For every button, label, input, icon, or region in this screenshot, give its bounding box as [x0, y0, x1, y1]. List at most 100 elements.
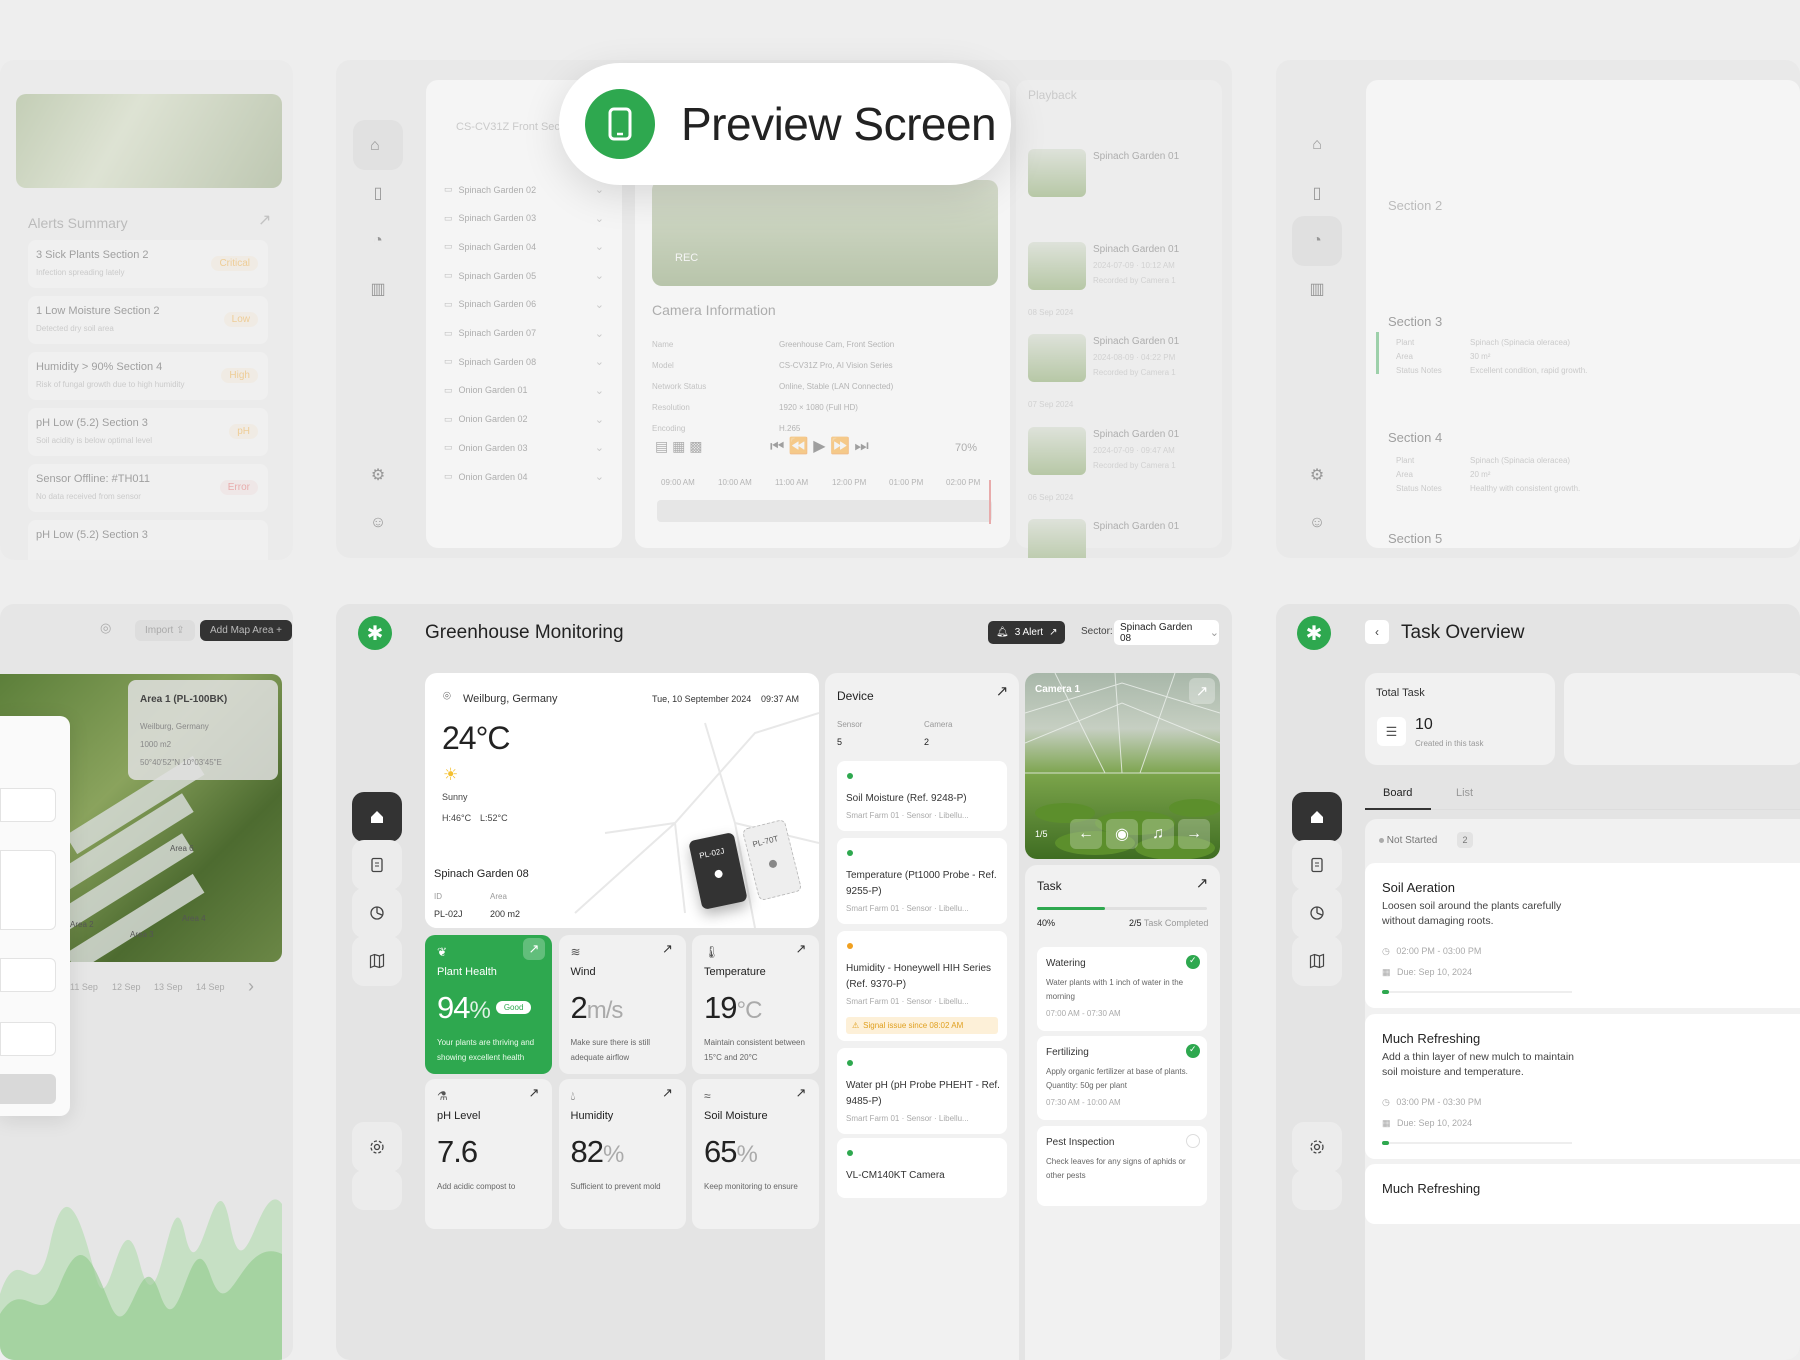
garden-item[interactable]: ▭ Spinach Garden 03 ⌄ [444, 212, 604, 225]
sidebar-docs[interactable]: ▯ [353, 168, 403, 218]
garden-item[interactable]: ▭ Spinach Garden 05 ⌄ [444, 269, 604, 282]
import-button[interactable]: Import ⇪ [135, 620, 195, 641]
expand-icon[interactable]: ↗ [523, 1082, 545, 1104]
metric-card[interactable]: ❦ ↗ Plant Health 94% Good Your plants are thr… [425, 935, 552, 1074]
alert-item[interactable]: pH Low (5.2) Section 3 [28, 520, 268, 560]
recording-title[interactable]: Spinach Garden 01 [1093, 336, 1179, 347]
garden-item[interactable]: ▭ Spinach Garden 04 ⌄ [444, 240, 604, 253]
task-checkbox[interactable] [1186, 1134, 1200, 1148]
alert-item[interactable]: 1 Low Moisture Section 2 Detected dry soi… [28, 296, 268, 344]
garden-item[interactable]: ▭ Onion Garden 03 ⌄ [444, 441, 604, 454]
sidebar-profile[interactable]: ☺ [353, 498, 403, 548]
recording-thumb[interactable] [1028, 242, 1086, 290]
task-item[interactable]: Pest Inspection Check leaves for any sign… [1037, 1126, 1207, 1206]
sidebar-settings[interactable]: ⚙ [353, 450, 403, 500]
recording-thumb[interactable] [1028, 427, 1086, 475]
sidebar-profile[interactable] [1292, 1170, 1342, 1210]
sidebar-map[interactable]: ▥ [353, 264, 403, 314]
sidebar-analytics[interactable] [352, 888, 402, 938]
sidebar-docs[interactable] [352, 840, 402, 890]
garden-item[interactable]: ▭ Spinach Garden 02 ⌄ [444, 183, 604, 196]
sidebar-map[interactable]: ▥ [1292, 264, 1342, 314]
next-button[interactable]: → [1178, 819, 1210, 849]
tab-list[interactable]: List [1456, 787, 1473, 799]
timeline-playhead[interactable] [989, 480, 991, 524]
sidebar-home[interactable] [352, 792, 402, 842]
section-3[interactable]: Section 3 [1388, 314, 1442, 329]
recording-thumb[interactable] [1028, 149, 1086, 197]
alert-item[interactable]: pH Low (5.2) Section 3 Soil acidity is be… [28, 408, 268, 456]
sidebar-analytics[interactable] [1292, 888, 1342, 938]
metric-card[interactable]: 💧︎ ↗ Humidity 82% Sufficient to prevent mold [558, 1079, 686, 1229]
device-item[interactable]: Soil Moisture (Ref. 9248-P) Smart Farm 01… [837, 761, 1007, 831]
sidebar-docs[interactable]: ▯ [1292, 168, 1342, 218]
camera-expand-icon[interactable]: ↗ [1189, 678, 1215, 704]
device-item[interactable]: Water pH (pH Probe PHEHT - Ref. 9485-P) S… [837, 1048, 1007, 1134]
garden-item[interactable]: ▭ Spinach Garden 06 ⌄ [444, 298, 604, 311]
metric-card[interactable]: 🌡︎ ↗ Temperature 19°C Maintain consistent be… [692, 935, 819, 1074]
alert-item[interactable]: Humidity > 90% Section 4 Risk of fungal g… [28, 352, 268, 400]
garden-item[interactable]: ▭ Onion Garden 01 ⌄ [444, 384, 604, 397]
alarm-button[interactable]: ♫ [1142, 819, 1174, 849]
sidebar-home[interactable]: ⌂ [1292, 120, 1342, 170]
garden-item[interactable]: ▭ Onion Garden 04 ⌄ [444, 470, 604, 483]
metric-card[interactable]: ⚗ ↗ pH Level 7.6 Add acidic compost to [425, 1079, 552, 1229]
add-map-area-button[interactable]: Add Map Area + [200, 620, 292, 641]
form-field[interactable] [0, 1022, 56, 1056]
timeline-track[interactable] [657, 500, 992, 522]
sidebar-profile[interactable]: ☺ [1292, 498, 1342, 548]
sidebar-docs[interactable] [1292, 840, 1342, 890]
recording-title[interactable]: Spinach Garden 01 [1093, 151, 1179, 162]
form-field[interactable] [0, 788, 56, 822]
recording-title[interactable]: Spinach Garden 01 [1093, 521, 1179, 532]
device-expand-icon[interactable]: ↗ [989, 678, 1015, 704]
form-field[interactable] [0, 850, 56, 930]
prev-button[interactable]: ← [1070, 819, 1102, 849]
snapshot-button[interactable]: ◉ [1106, 819, 1138, 849]
task-checkbox[interactable]: ✓ [1186, 955, 1200, 969]
recording-title[interactable]: Spinach Garden 01 [1093, 429, 1179, 440]
alert-item[interactable]: Sensor Offline: #TH011 No data received f… [28, 464, 268, 512]
garden-item[interactable]: ▭ Onion Garden 02 ⌄ [444, 413, 604, 426]
alert-item[interactable]: 3 Sick Plants Section 2 Infection spreadi… [28, 240, 268, 288]
sidebar-profile[interactable] [352, 1170, 402, 1210]
sidebar-map[interactable] [1292, 936, 1342, 986]
metric-card[interactable]: ≋ ↗ Wind 2m/s Make sure there is still adequ… [558, 935, 686, 1074]
expand-icon[interactable]: ↗ [657, 938, 679, 960]
expand-icon[interactable]: ↗ [790, 938, 812, 960]
playback-controls[interactable]: ⏮ ⏪ ▶ ⏩ ⏭ [770, 436, 869, 456]
sidebar-settings[interactable] [352, 1122, 402, 1172]
device-item[interactable]: VL-CM140KT Camera [837, 1138, 1007, 1198]
task-item[interactable]: Watering ✓ Water plants with 1 inch of wat… [1037, 947, 1207, 1031]
expand-icon[interactable]: ↗ [523, 938, 545, 960]
tab-board[interactable]: Board [1383, 787, 1412, 799]
chevron-right-icon[interactable]: › [248, 976, 254, 997]
garden-item[interactable]: ▭ Spinach Garden 08 ⌄ [444, 355, 604, 368]
bell-icon[interactable]: ◎ [100, 620, 111, 636]
player-controls[interactable]: ▤ ▦ ▩ [655, 438, 702, 455]
task-checkbox[interactable]: ✓ [1186, 1044, 1200, 1058]
task-expand-icon[interactable]: ↗ [1189, 870, 1215, 896]
recording-title[interactable]: Spinach Garden 01 [1093, 244, 1179, 255]
sidebar-map[interactable] [352, 936, 402, 986]
expand-icon[interactable]: ↗ [657, 1082, 679, 1104]
alert-button[interactable]: 🔔︎ 3 Alert ↗ [988, 621, 1066, 644]
section-4[interactable]: Section 4 [1388, 430, 1442, 445]
task-card[interactable]: Much Refreshing [1365, 1164, 1800, 1224]
section-5[interactable]: Section 5 [1388, 531, 1442, 546]
form-submit-button[interactable] [0, 1074, 56, 1104]
garden-item[interactable]: ▭ Spinach Garden 07 ⌄ [444, 327, 604, 340]
expand-icon[interactable]: ↗ [790, 1082, 812, 1104]
metric-card[interactable]: ≈ ↗ Soil Moisture 65% Keep monitoring to ens… [692, 1079, 819, 1229]
sidebar-settings[interactable]: ⚙ [1292, 450, 1342, 500]
back-button[interactable]: ‹ [1365, 620, 1389, 644]
sidebar-settings[interactable] [1292, 1122, 1342, 1172]
form-field[interactable] [0, 958, 56, 992]
sidebar-chart[interactable]: ◔ [353, 216, 403, 266]
device-item[interactable]: Temperature (Pt1000 Probe - Ref. 9255-P)… [837, 838, 1007, 924]
expand-icon[interactable]: ↗ [258, 210, 271, 230]
recording-thumb[interactable] [1028, 334, 1086, 382]
sidebar-home[interactable] [1292, 792, 1342, 842]
task-card[interactable]: Much Refreshing Add a thin layer of new m… [1365, 1014, 1800, 1159]
task-item[interactable]: Fertilizing ✓ Apply organic fertilizer at … [1037, 1036, 1207, 1120]
